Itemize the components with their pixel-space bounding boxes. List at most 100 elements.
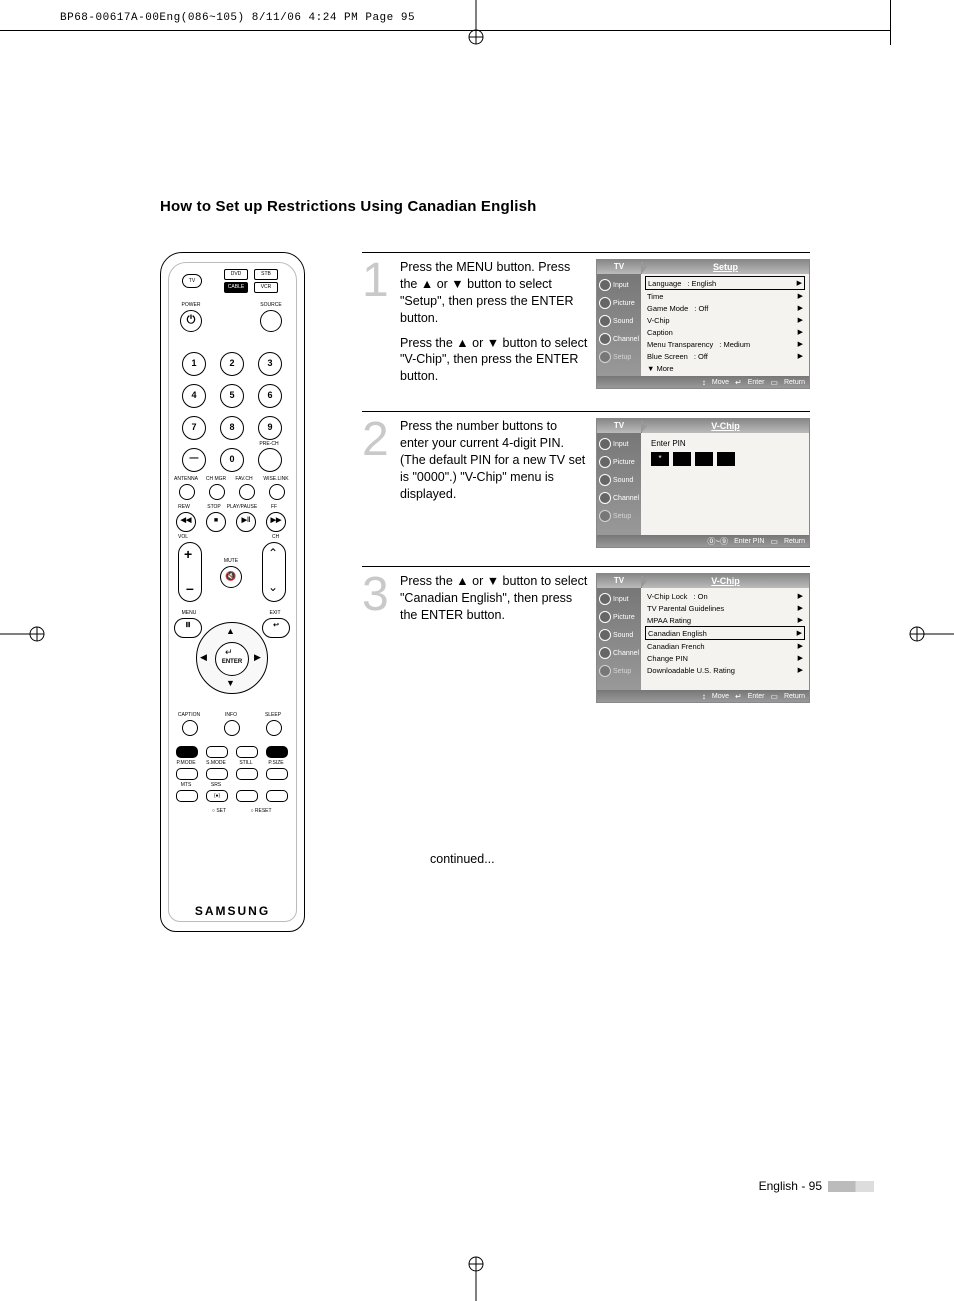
osd-tab-tv: TV (597, 574, 642, 588)
remote-8: 8 (220, 416, 244, 440)
osd-side-label: Input (613, 596, 629, 603)
osd-row: Language: English▶ (645, 276, 805, 290)
osd-side-label: Channel (613, 495, 639, 502)
osd-side-item: Setup (597, 348, 641, 366)
osd-side-label: Picture (613, 614, 635, 621)
step-3: 3Press the ▲ or ▼ button to select "Cana… (362, 566, 810, 721)
osd-main: V-Chip Lock: On▶TV Parental Guidelines▶M… (641, 588, 809, 690)
remote-menu-label: MENU (178, 610, 200, 616)
remote-illustration: TV DVD STB CABLE VCR POWER ⏻ SOURCE 1 2 … (160, 252, 305, 932)
step-1: 1Press the MENU button. Press the ▲ or ▼… (362, 252, 810, 411)
remote-5: 5 (220, 384, 244, 408)
osd-side-label: Setup (613, 354, 631, 361)
remote-power-label: POWER (176, 302, 206, 308)
remote-dpad-up-icon: ▲ (226, 626, 235, 636)
chevron-right-icon: ▶ (798, 592, 803, 600)
osd-foot-sym: ↵ (735, 378, 742, 387)
remote-color-blue (266, 746, 288, 758)
remote-enter-icon: ↵ (225, 647, 233, 658)
osd-side-icon (599, 279, 611, 291)
osd-side-icon (599, 510, 611, 522)
remote-rew-label: REW (174, 504, 194, 510)
osd-row: Menu Transparency: Medium▶ (645, 338, 805, 350)
osd-tab-title: V-Chip (642, 419, 809, 433)
remote-source (260, 310, 282, 332)
osd-row-label: Downloadable U.S. Rating (647, 666, 735, 675)
chevron-right-icon: ▶ (798, 316, 803, 324)
osd-row-label: Game Mode (647, 304, 688, 313)
remote-still (236, 768, 258, 780)
osd-side-item: Sound (597, 312, 641, 330)
osd-row: Canadian English▶ (645, 626, 805, 640)
remote-chmgr (209, 484, 225, 500)
osd-side-label: Picture (613, 300, 635, 307)
osd-row-value: : Off (688, 352, 798, 361)
chevron-right-icon: ▶ (798, 340, 803, 348)
osd-foot-label: Return (784, 379, 805, 386)
remote-psize (266, 768, 288, 780)
remote-dpad-left-icon: ◀ (200, 652, 207, 663)
remote-3: 3 (258, 352, 282, 376)
page-footer: English - 95 (759, 1179, 874, 1193)
osd-side-label: Channel (613, 336, 639, 343)
osd-row: Canadian French▶ (645, 640, 805, 652)
osd-side-item: Input (597, 590, 641, 608)
remote-2: 2 (220, 352, 244, 376)
osd-side-icon (599, 492, 611, 504)
remote-7: 7 (182, 416, 206, 440)
osd-row-label: ▼ More (647, 364, 674, 373)
osd-sidebar: InputPictureSoundChannelSetup (597, 433, 641, 535)
remote-set-label: ○ SET (204, 808, 234, 814)
osd-side-label: Input (613, 441, 629, 448)
chevron-right-icon: ▶ (798, 654, 803, 662)
osd-side-label: Sound (613, 318, 633, 325)
remote-vol-label: VOL (178, 534, 188, 540)
osd-tab-tv: TV (597, 419, 642, 433)
step-paragraph: Press the ▲ or ▼ button to select "V-Chi… (400, 335, 588, 386)
osd-row: V-Chip Lock: On▶ (645, 590, 805, 602)
osd-tab-title: Setup (642, 260, 809, 274)
osd-row-value: : English (681, 279, 796, 288)
remote-caption-label: CAPTION (174, 712, 204, 718)
remote-ff-label: FF (264, 504, 284, 510)
remote-favch-label: FAV.CH (230, 476, 258, 482)
osd-side-item: Sound (597, 626, 641, 644)
step-text: Press the number buttons to enter your c… (400, 418, 588, 548)
osd-row: Change PIN▶ (645, 652, 805, 664)
osd-side-item: Picture (597, 453, 641, 471)
crop-mark-bottom (468, 1256, 484, 1301)
osd-side-icon (599, 438, 611, 450)
osd-row-label: V-Chip (647, 316, 670, 325)
osd-foot-label: Move (712, 379, 729, 386)
osd-foot-label: Enter (748, 693, 765, 700)
remote-info-label: INFO (216, 712, 246, 718)
osd-foot-sym: ↕ (702, 378, 706, 387)
osd-pin-label: Enter PIN (651, 439, 805, 448)
remote-0: 0 (220, 448, 244, 472)
remote-brand: SAMSUNG (160, 904, 305, 918)
osd-foot-sym: ▭ (770, 537, 778, 546)
remote-vol-down-icon: – (186, 580, 194, 596)
remote-dash: – (182, 448, 206, 472)
osd-row-label: Caption (647, 328, 673, 337)
remote-menu: Ⅲ (174, 618, 202, 638)
osd-side-item: Picture (597, 294, 641, 312)
osd-side-item: Setup (597, 507, 641, 525)
chevron-right-icon: ▶ (798, 304, 803, 312)
step-number: 2 (362, 418, 396, 548)
remote-play: ▶ǁ (236, 512, 256, 532)
footer-text: English - 95 (759, 1179, 822, 1193)
remote-power: ⏻ (180, 310, 202, 332)
osd-row-label: MPAA Rating (647, 616, 691, 625)
osd-foot-sym: ⓪~⑨ (707, 536, 728, 547)
remote-reset-label: ○ RESET (244, 808, 278, 814)
osd-side-icon (599, 351, 611, 363)
osd-row: Downloadable U.S. Rating▶ (645, 664, 805, 676)
osd-main: Enter PIN* (641, 433, 809, 535)
remote-6: 6 (258, 384, 282, 408)
chevron-right-icon: ▶ (798, 642, 803, 650)
osd-row: MPAA Rating ▶ (645, 614, 805, 626)
step-paragraph: Press the ▲ or ▼ button to select "Canad… (400, 573, 588, 624)
chevron-right-icon: ▶ (798, 616, 803, 624)
remote-play-label: PLAY/PAUSE (224, 504, 260, 510)
